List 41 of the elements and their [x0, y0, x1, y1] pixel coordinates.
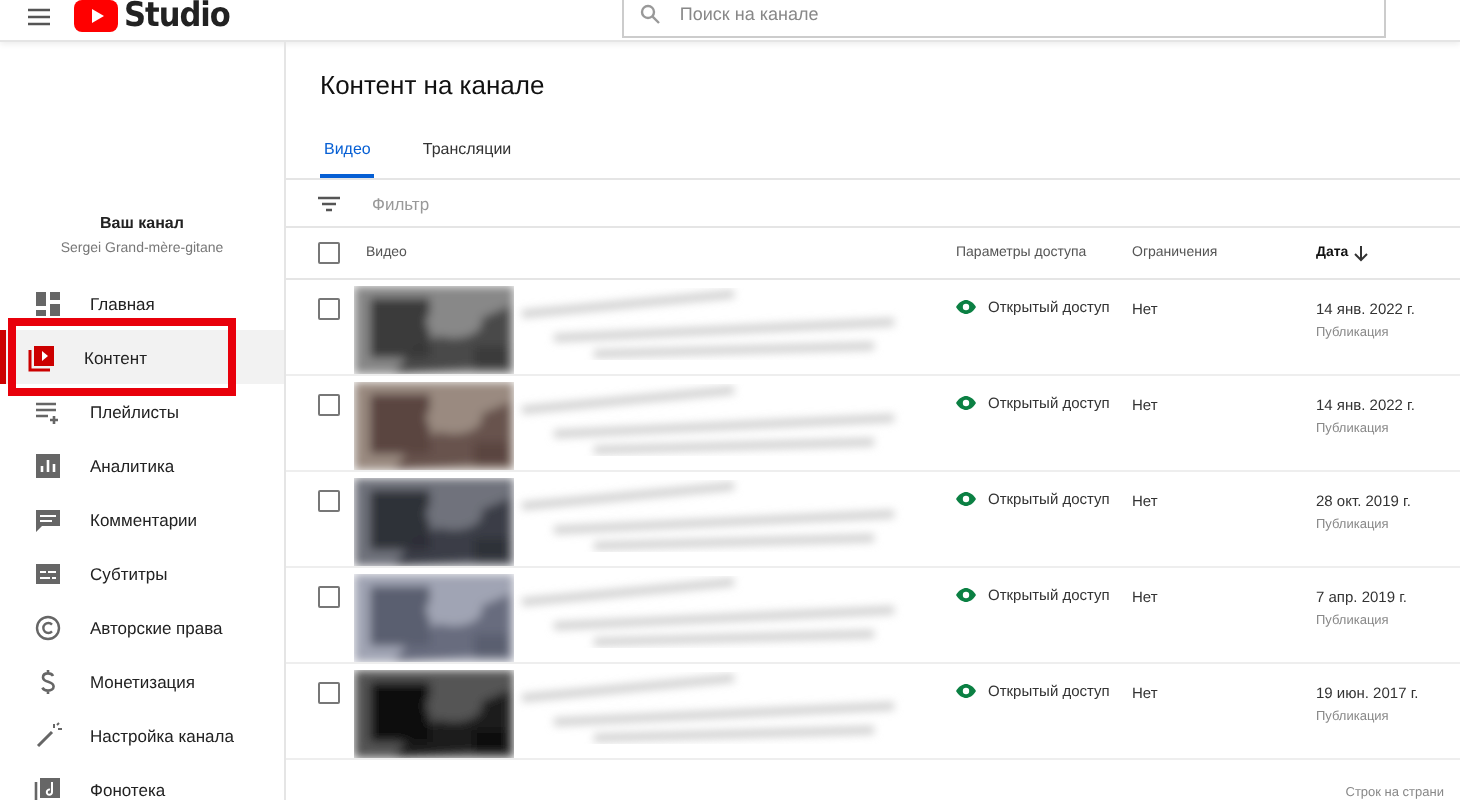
arrow-down-icon — [1354, 245, 1369, 262]
subtitles-icon — [34, 559, 62, 587]
page-title: Контент на канале — [318, 68, 547, 104]
playlist-icon — [34, 397, 62, 425]
sidebar-item[interactable]: Плейлисты — [0, 384, 284, 438]
checkbox[interactable] — [318, 298, 340, 320]
eye-icon — [956, 300, 976, 314]
sidebar-item[interactable]: Комментарии — [0, 492, 284, 546]
sidebar-item[interactable]: Авторские права — [0, 600, 284, 654]
checkbox[interactable] — [318, 242, 340, 265]
checkbox[interactable] — [318, 394, 340, 416]
search-field[interactable]: Поиск на канале — [621, 0, 1386, 38]
sidebar-item[interactable]: Главная — [0, 276, 284, 330]
checkbox[interactable] — [318, 682, 340, 704]
sidebar-item[interactable]: Фонотека — [0, 762, 284, 800]
search-icon — [639, 4, 660, 24]
checkbox[interactable] — [318, 490, 340, 512]
eye-icon — [956, 588, 976, 602]
checkbox[interactable] — [318, 586, 340, 608]
magic-wand-icon — [34, 721, 62, 749]
sidebar-item[interactable]: Монетизация — [0, 654, 284, 708]
channel-label: Ваш канал — [98, 214, 186, 232]
eye-icon — [956, 492, 976, 506]
copyright-icon — [34, 613, 62, 641]
logo-text: Studio — [124, 0, 230, 36]
music-library-icon — [34, 775, 62, 800]
sidebar-item[interactable]: Настройка канала — [0, 708, 284, 762]
menu-icon[interactable] — [28, 7, 50, 25]
comment-icon — [34, 505, 62, 533]
bar-chart-icon — [34, 451, 62, 479]
sidebar-item[interactable]: Контент — [0, 330, 284, 384]
tab[interactable]: Трансляции — [418, 121, 516, 179]
play-logo-icon — [74, 0, 118, 32]
filter-icon[interactable] — [318, 195, 340, 212]
sidebar-item[interactable]: Субтитры — [0, 546, 284, 600]
tab[interactable]: Видео — [320, 121, 375, 179]
video-library-icon — [28, 343, 56, 371]
sidebar-item[interactable]: Аналитика — [0, 438, 284, 492]
eye-icon — [956, 684, 976, 698]
eye-icon — [956, 396, 976, 410]
dashboard-icon — [34, 289, 62, 317]
